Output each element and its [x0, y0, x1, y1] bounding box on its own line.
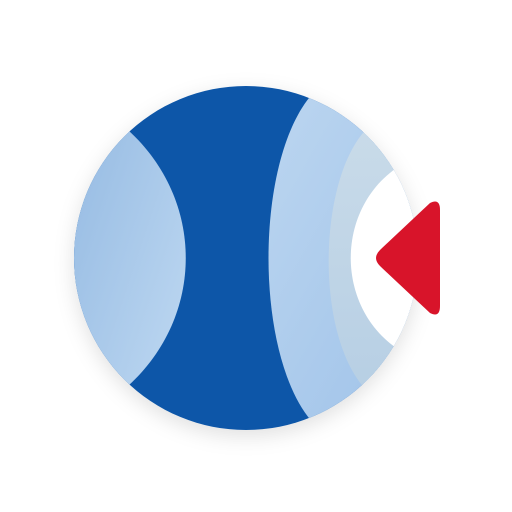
brand-logo-icon — [74, 86, 440, 430]
app-icon-canvas — [0, 0, 512, 512]
